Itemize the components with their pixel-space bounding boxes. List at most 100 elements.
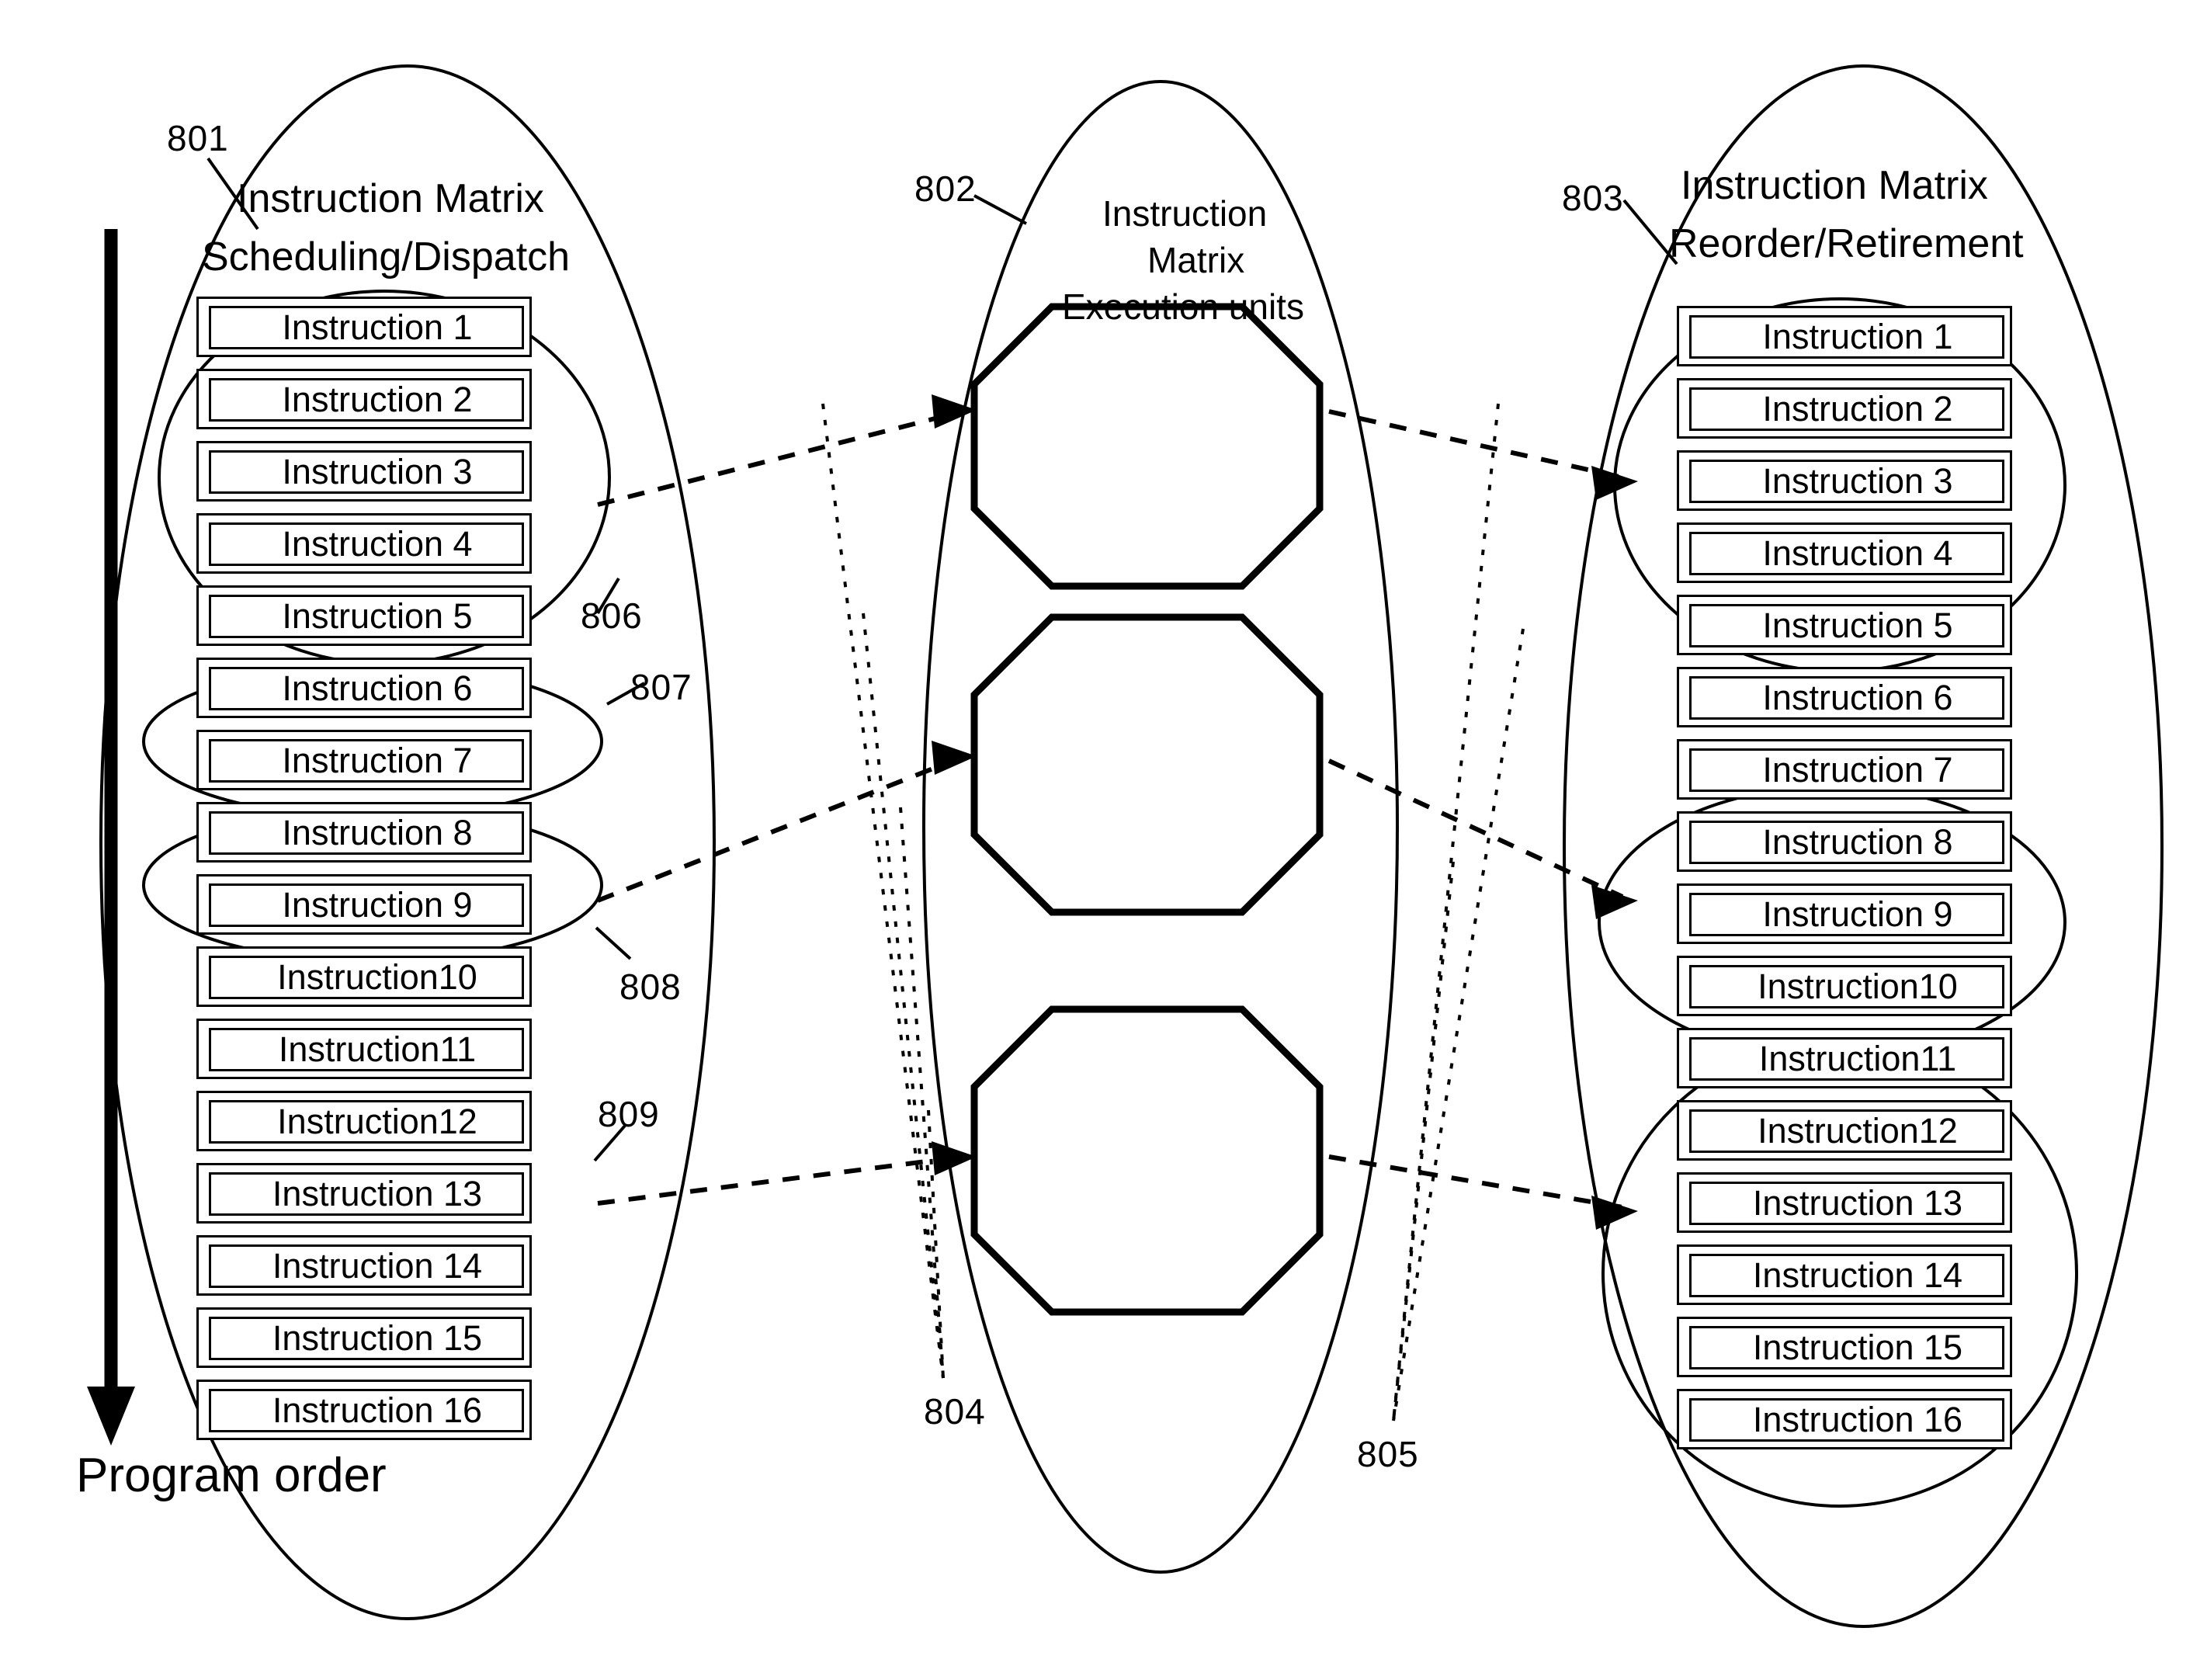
scheduling-instruction-box-inner: Instruction 9 xyxy=(209,883,524,927)
retirement-instruction-box[interactable]: Instruction 5 xyxy=(1677,595,2012,655)
retirement-instruction-box[interactable]: Instruction 15 xyxy=(1677,1317,2012,1377)
scheduling-instruction-box[interactable]: Instruction 9 xyxy=(196,874,532,935)
leader-808 xyxy=(595,926,632,960)
retirement-instruction-box-inner: Instruction 3 xyxy=(1689,460,2004,503)
retirement-instruction-box[interactable]: Instruction 4 xyxy=(1677,522,2012,583)
execution-unit-1-octagon xyxy=(970,303,1324,590)
retirement-instruction-label: Instruction10 xyxy=(1758,967,1958,1006)
scheduling-instruction-box-inner: Instruction 4 xyxy=(209,522,524,566)
retirement-instruction-label: Instruction 1 xyxy=(1762,317,1953,356)
retirement-instruction-box-inner: Instruction 13 xyxy=(1689,1182,2004,1225)
retirement-instruction-box[interactable]: Instruction 6 xyxy=(1677,667,2012,727)
scheduling-instruction-label: Instruction 2 xyxy=(282,380,473,419)
leader-802 xyxy=(973,194,1027,225)
retirement-instruction-box[interactable]: Instruction 1 xyxy=(1677,306,2012,366)
retirement-instruction-box-inner: Instruction12 xyxy=(1689,1109,2004,1153)
retirement-instruction-box-inner: Instruction 14 xyxy=(1689,1254,2004,1297)
ref-806: 806 xyxy=(581,595,643,636)
execution-unit-2-octagon xyxy=(970,613,1324,916)
scheduling-instruction-label: Instruction 5 xyxy=(282,596,473,636)
scheduling-instruction-label: Instruction 15 xyxy=(272,1318,483,1358)
retirement-instruction-box[interactable]: Instruction 2 xyxy=(1677,378,2012,439)
retirement-title-line2: Reorder/Retirement xyxy=(1669,221,2024,266)
retirement-instruction-label: Instruction 8 xyxy=(1762,822,1953,862)
retirement-instruction-box-inner: Instruction 6 xyxy=(1689,676,2004,720)
scheduling-instruction-label: Instruction 3 xyxy=(282,452,473,491)
scheduling-instruction-box-inner: Instruction11 xyxy=(209,1028,524,1071)
scheduling-instruction-box[interactable]: Instruction 1 xyxy=(196,297,532,357)
scheduling-instruction-box-inner: Instruction 2 xyxy=(209,378,524,422)
scheduling-instruction-box[interactable]: Instruction 2 xyxy=(196,369,532,429)
scheduling-instruction-label: Instruction10 xyxy=(277,957,477,997)
program-order-arrow xyxy=(87,229,135,1446)
scheduling-instruction-label: Instruction 13 xyxy=(272,1174,483,1213)
retirement-instruction-box[interactable]: Instruction 16 xyxy=(1677,1389,2012,1449)
scheduling-instruction-box-inner: Instruction 6 xyxy=(209,667,524,710)
retirement-instruction-box[interactable]: Instruction 8 xyxy=(1677,811,2012,872)
retirement-instruction-box[interactable]: Instruction 14 xyxy=(1677,1244,2012,1305)
retirement-instruction-label: Instruction 16 xyxy=(1752,1400,1963,1439)
retirement-instruction-label: Instruction 4 xyxy=(1762,533,1953,573)
retirement-instruction-label: Instruction 7 xyxy=(1762,750,1953,790)
execution-title-line1: Instruction xyxy=(1102,193,1268,234)
scheduling-instruction-box[interactable]: Instruction 7 xyxy=(196,730,532,790)
scheduling-instruction-label: Instruction 1 xyxy=(282,307,473,347)
scheduling-instruction-box[interactable]: Instruction 13 xyxy=(196,1163,532,1224)
scheduling-instruction-label: Instruction 14 xyxy=(272,1246,483,1286)
scheduling-instruction-box[interactable]: Instruction 8 xyxy=(196,802,532,863)
dispatch-arrowhead-3 xyxy=(932,1141,977,1175)
retirement-instruction-label: Instruction 15 xyxy=(1752,1328,1963,1367)
retirement-instruction-box-inner: Instruction 16 xyxy=(1689,1398,2004,1442)
scheduling-instruction-box-inner: Instruction 14 xyxy=(209,1244,524,1288)
scheduling-instruction-label: Instruction 4 xyxy=(282,524,473,564)
scheduling-instruction-box[interactable]: Instruction 3 xyxy=(196,441,532,502)
retirement-instruction-box-inner: Instruction 7 xyxy=(1689,748,2004,792)
retirement-instruction-label: Instruction 6 xyxy=(1762,678,1953,717)
ref-803: 803 xyxy=(1562,178,1624,218)
scheduling-instruction-label: Instruction11 xyxy=(278,1029,477,1069)
execution-unit-3-octagon xyxy=(970,1005,1324,1316)
scheduling-instruction-label: Instruction12 xyxy=(277,1102,477,1141)
retirement-instruction-box[interactable]: Instruction 9 xyxy=(1677,883,2012,944)
patent-figure-canvas: 801 802 803 806 807 808 809 804 805 Inst… xyxy=(0,0,2207,1680)
scheduling-instruction-box[interactable]: Instruction11 xyxy=(196,1019,532,1079)
retirement-instruction-box[interactable]: Instruction12 xyxy=(1677,1100,2012,1161)
scheduling-instruction-box-inner: Instruction 3 xyxy=(209,450,524,494)
scheduling-instruction-label: Instruction 6 xyxy=(282,668,473,708)
retirement-instruction-box[interactable]: Instruction 7 xyxy=(1677,739,2012,800)
retirement-instruction-label: Instruction 13 xyxy=(1752,1183,1963,1223)
retirement-instruction-box-inner: Instruction 5 xyxy=(1689,604,2004,647)
scheduling-instruction-box[interactable]: Instruction 15 xyxy=(196,1307,532,1368)
retirement-instruction-box-inner: Instruction 8 xyxy=(1689,821,2004,864)
scheduling-instruction-box[interactable]: Instruction10 xyxy=(196,946,532,1007)
scheduling-instruction-box-inner: Instruction 16 xyxy=(209,1389,524,1432)
retirement-instruction-box[interactable]: Instruction10 xyxy=(1677,956,2012,1016)
scheduling-instruction-label: Instruction 9 xyxy=(282,885,473,925)
ref-802: 802 xyxy=(914,168,977,209)
scheduling-instruction-box[interactable]: Instruction 4 xyxy=(196,513,532,574)
scheduling-instruction-box[interactable]: Instruction 16 xyxy=(196,1380,532,1440)
scheduling-instruction-box[interactable]: Instruction 5 xyxy=(196,585,532,646)
scheduling-title-line2: Scheduling/Dispatch xyxy=(202,234,571,279)
retirement-instruction-label: Instruction 5 xyxy=(1762,606,1953,645)
execution-title-line2: Matrix xyxy=(1147,240,1245,280)
ref-805: 805 xyxy=(1357,1434,1419,1474)
scheduling-instruction-box[interactable]: Instruction 6 xyxy=(196,658,532,718)
scheduling-title-line1: Instruction Matrix xyxy=(237,176,544,221)
retirement-title-line1: Instruction Matrix xyxy=(1681,163,1988,208)
scheduling-instruction-box[interactable]: Instruction 14 xyxy=(196,1235,532,1296)
retirement-instruction-box-inner: Instruction 1 xyxy=(1689,315,2004,359)
scheduling-instruction-box-inner: Instruction 1 xyxy=(209,306,524,349)
retirement-instruction-box[interactable]: Instruction 13 xyxy=(1677,1172,2012,1233)
retirement-instruction-label: Instruction 14 xyxy=(1752,1255,1963,1295)
ref-807: 807 xyxy=(630,667,692,707)
retirement-instruction-box-inner: Instruction 4 xyxy=(1689,532,2004,575)
retirement-instruction-label: Instruction11 xyxy=(1758,1039,1957,1078)
retirement-instruction-box-inner: Instruction10 xyxy=(1689,965,2004,1008)
retirement-instruction-box-inner: Instruction 15 xyxy=(1689,1326,2004,1369)
ref-801: 801 xyxy=(167,118,229,158)
scheduling-instruction-label: Instruction 16 xyxy=(272,1390,483,1430)
retirement-instruction-box[interactable]: Instruction11 xyxy=(1677,1028,2012,1088)
scheduling-instruction-box[interactable]: Instruction12 xyxy=(196,1091,532,1151)
retirement-instruction-box[interactable]: Instruction 3 xyxy=(1677,450,2012,511)
